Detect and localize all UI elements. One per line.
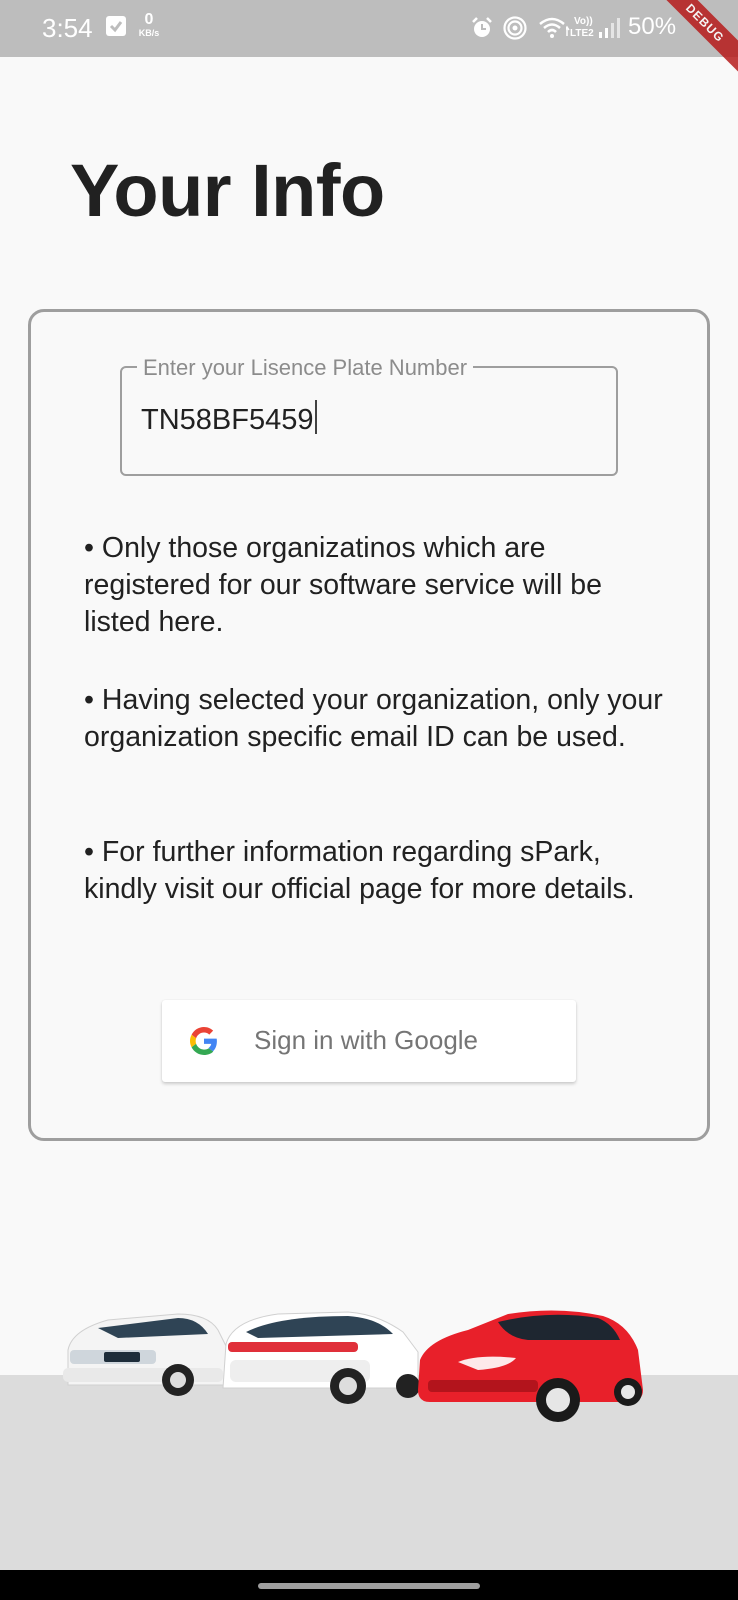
wifi-icon bbox=[538, 16, 566, 45]
page-title: Your Info bbox=[70, 149, 385, 232]
info-bullet-registered: • Only those organizatinos which are reg… bbox=[84, 532, 602, 638]
home-gesture-handle[interactable] bbox=[258, 1583, 480, 1589]
google-sign-in-button[interactable]: Sign in with Google bbox=[162, 1000, 576, 1082]
battery-level: 50% bbox=[628, 13, 677, 40]
svg-text:Vo)): Vo)) bbox=[574, 16, 593, 27]
license-plate-label: Enter your Lisence Plate Number bbox=[137, 355, 474, 381]
check-box-icon bbox=[106, 16, 126, 36]
network-speed-unit: KB/s bbox=[138, 28, 160, 38]
license-plate-text: TN58BF5459 bbox=[141, 404, 314, 436]
hotspot-icon bbox=[502, 16, 528, 45]
info-bullet-email: • Having selected your organization, onl… bbox=[84, 684, 663, 753]
white-car-middle bbox=[222, 1311, 420, 1404]
svg-text:LTE2: LTE2 bbox=[570, 28, 594, 39]
status-bar: 3:54 0 KB/s Vo)) LTE2 50% bbox=[0, 0, 738, 57]
alarm-icon bbox=[470, 16, 494, 45]
system-nav-bar bbox=[0, 1570, 738, 1600]
status-time: 3:54 bbox=[42, 13, 93, 43]
volte-icon: Vo)) LTE2 bbox=[564, 14, 602, 45]
text-cursor bbox=[314, 400, 317, 434]
network-speed: 0 KB/s bbox=[134, 12, 164, 38]
license-plate-value[interactable]: TN58BF5459 bbox=[141, 400, 317, 437]
network-speed-value: 0 bbox=[144, 11, 154, 28]
signal-icon bbox=[598, 16, 620, 45]
parked-cars-illustration bbox=[63, 1310, 643, 1422]
red-car bbox=[418, 1310, 643, 1422]
white-car-left bbox=[63, 1313, 229, 1396]
info-bullet-further-info: • For further information regarding sPar… bbox=[84, 836, 635, 905]
google-g-icon bbox=[190, 1027, 218, 1055]
google-sign-in-label: Sign in with Google bbox=[254, 1025, 479, 1055]
